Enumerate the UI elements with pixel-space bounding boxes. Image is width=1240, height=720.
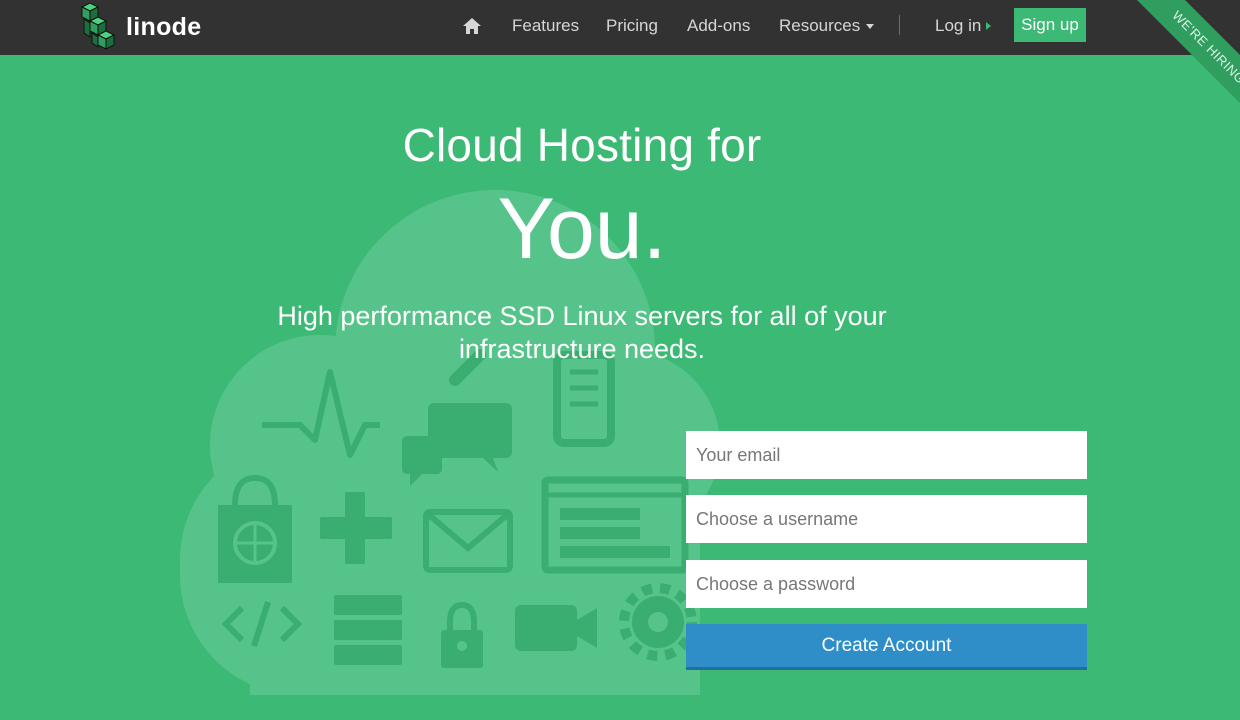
hiring-ribbon[interactable]: WE'RE HIRING! xyxy=(1110,0,1240,130)
nav-divider xyxy=(899,15,900,35)
hero-subtitle: High performance SSD Linux servers for a… xyxy=(277,301,887,364)
hiring-ribbon-label: WE'RE HIRING! xyxy=(1130,0,1240,129)
gear-icon xyxy=(619,583,697,661)
nav-login[interactable]: Log in xyxy=(935,16,992,36)
arrow-right-icon xyxy=(986,22,992,30)
linode-logo-icon xyxy=(80,3,116,50)
username-field[interactable] xyxy=(686,495,1087,543)
logo-link[interactable]: linode xyxy=(80,3,201,51)
signup-button[interactable]: Sign up xyxy=(1014,8,1086,42)
server-icon xyxy=(334,595,402,665)
caret-down-icon xyxy=(866,23,875,29)
nav-resources-dropdown[interactable]: Resources xyxy=(779,16,875,36)
password-field[interactable] xyxy=(686,560,1087,608)
nav-resources-label: Resources xyxy=(779,16,861,35)
hero-title: Cloud Hosting for xyxy=(402,119,762,171)
hero-title-emphasis: You. xyxy=(497,181,667,277)
nav-addons[interactable]: Add-ons xyxy=(687,16,750,36)
nav-pricing[interactable]: Pricing xyxy=(606,16,658,36)
top-navbar: linode Features Pricing Add-ons Resource… xyxy=(0,0,1240,55)
brand-name: linode xyxy=(126,12,202,41)
nav-features[interactable]: Features xyxy=(512,16,579,36)
email-field[interactable] xyxy=(686,431,1087,479)
nav-login-label: Log in xyxy=(935,16,982,35)
create-account-button[interactable]: Create Account xyxy=(686,624,1087,670)
home-icon[interactable] xyxy=(462,16,482,36)
